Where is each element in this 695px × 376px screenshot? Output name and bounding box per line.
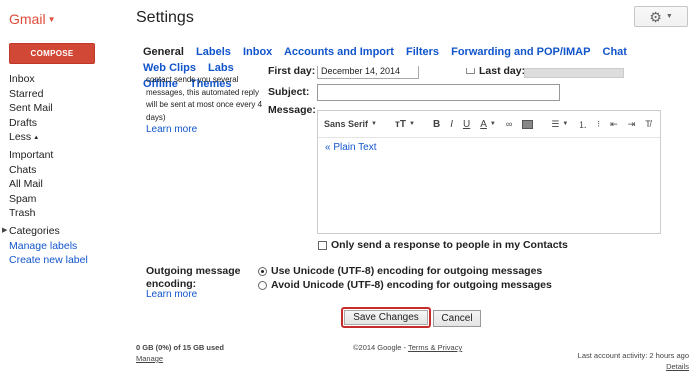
text-color-button[interactable]: A ▼ (480, 119, 496, 130)
only-contacts-option[interactable]: Only send a response to people in my Con… (318, 239, 568, 251)
chevron-down-icon: ▼ (562, 121, 569, 127)
subject-input[interactable] (317, 84, 560, 101)
triangle-right-icon: ▶ (2, 226, 8, 234)
outgoing-encoding-label: Outgoing message encoding: (146, 265, 241, 290)
sidebar-item-less[interactable]: Less ▲ (9, 130, 88, 145)
numbered-list-icon: ⒈ (578, 119, 588, 130)
sidebar-item-starred[interactable]: Starred (9, 87, 88, 102)
plain-text-link[interactable]: « Plain Text (325, 142, 660, 153)
manage-storage-link[interactable]: Manage (136, 354, 163, 363)
sidebar-item-categories[interactable]: ▶ Categories (2, 224, 88, 239)
tab-forwarding[interactable]: Forwarding and POP/IMAP (451, 46, 590, 58)
indent-more-icon: ⇥ (627, 118, 636, 129)
sidebar-item-sent[interactable]: Sent Mail (9, 101, 88, 116)
message-label: Message: (268, 104, 316, 116)
underline-icon: U (462, 118, 471, 130)
tab-chat[interactable]: Chat (603, 46, 627, 58)
sidebar-nav: Inbox Starred Sent Mail Drafts Less ▲ Imp… (2, 72, 88, 268)
tab-filters[interactable]: Filters (406, 46, 439, 58)
avoid-unicode-option[interactable]: Avoid Unicode (UTF-8) encoding for outgo… (258, 279, 552, 291)
first-day-label: First day: (268, 65, 316, 77)
indent-more-button[interactable]: ⇥ (628, 119, 636, 130)
align-icon: ☰ (551, 118, 560, 129)
chevron-down-icon: ▼ (489, 121, 496, 127)
chevron-down-icon: ▼ (371, 121, 377, 127)
page-title: Settings (136, 9, 194, 26)
gmail-logo[interactable]: Gmail ▼ (9, 11, 55, 27)
tab-inbox[interactable]: Inbox (243, 46, 272, 58)
tab-general[interactable]: General (143, 46, 184, 58)
vacation-learn-more-link[interactable]: Learn more (146, 124, 264, 137)
bulleted-list-icon: ⁝ (597, 118, 601, 129)
sidebar-item-all-mail[interactable]: All Mail (9, 177, 88, 192)
storage-usage: 0 GB (0%) of 15 GB used (136, 343, 224, 352)
save-changes-button[interactable]: Save Changes (341, 307, 431, 328)
tab-accounts[interactable]: Accounts and Import (284, 46, 394, 58)
last-day-label: Last day: (479, 65, 526, 77)
details-link[interactable]: Details (666, 362, 689, 371)
remove-formatting-icon: T̸ (645, 119, 651, 129)
indent-less-icon: ⇤ (610, 118, 618, 129)
tab-web-clips[interactable]: Web Clips (143, 62, 196, 74)
settings-button[interactable]: ⚙ ▼ (634, 6, 688, 27)
last-activity: Last account activity: 2 hours ago (577, 351, 689, 360)
chevron-down-icon: ▼ (665, 13, 673, 20)
sidebar-item-inbox[interactable]: Inbox (9, 72, 88, 87)
bold-button[interactable]: B (433, 119, 440, 130)
gear-icon: ⚙ (649, 8, 662, 25)
format-toolbar: Sans Serif ▼ ᴛT ▼ B I U A ▼ ∞ ☰ ▼ ⒈ ⁝ ⇤ ⇥ T̸ (318, 111, 660, 138)
create-label-link[interactable]: Create new label (9, 253, 88, 268)
sidebar-item-spam[interactable]: Spam (9, 192, 88, 207)
indent-less-button[interactable]: ⇤ (610, 119, 618, 130)
remove-format-button[interactable]: T̸ (645, 119, 651, 129)
cancel-button[interactable]: Cancel (433, 310, 481, 327)
sidebar-item-important[interactable]: Important (9, 148, 88, 163)
only-contacts-checkbox[interactable] (318, 240, 327, 250)
last-day-checkbox[interactable] (466, 68, 475, 74)
underline-button[interactable]: U (463, 119, 470, 130)
footer-copyright: ©2014 Google - Terms & Privacy (353, 343, 463, 352)
message-editor[interactable]: Sans Serif ▼ ᴛT ▼ B I U A ▼ ∞ ☰ ▼ ⒈ ⁝ ⇤ ⇥ T̸… (317, 110, 661, 234)
link-button[interactable]: ∞ (506, 119, 512, 129)
chevron-down-icon: ▼ (409, 121, 415, 127)
last-day-input[interactable] (524, 68, 624, 78)
italic-icon: I (450, 118, 453, 130)
align-button[interactable]: ☰ ▼ (551, 119, 568, 130)
text-color-icon: A (480, 118, 487, 130)
bulleted-list-button[interactable]: ⁝ (597, 119, 600, 130)
manage-labels-link[interactable]: Manage labels (9, 239, 88, 254)
avoid-unicode-radio[interactable] (258, 280, 267, 290)
numbered-list-button[interactable]: ⒈ (578, 118, 587, 131)
font-select[interactable]: Sans Serif ▼ (324, 119, 377, 129)
vacation-description: contact sends you several messages, this… (146, 75, 264, 137)
text-size-icon: ᴛT (394, 118, 406, 130)
tab-labels[interactable]: Labels (196, 46, 231, 58)
chevron-down-icon: ▼ (47, 15, 56, 24)
link-icon: ∞ (505, 119, 513, 129)
terms-link[interactable]: Terms & Privacy (408, 343, 462, 352)
sidebar-item-trash[interactable]: Trash (9, 206, 88, 221)
outgoing-learn-more-link[interactable]: Learn more (146, 289, 197, 300)
subject-label: Subject: (268, 86, 310, 98)
triangle-up-icon: ▲ (33, 135, 40, 142)
bold-icon: B (432, 118, 441, 130)
image-icon (522, 119, 534, 129)
compose-button[interactable]: COMPOSE (9, 43, 95, 64)
unicode-option[interactable]: Use Unicode (UTF-8) encoding for outgoin… (258, 265, 542, 277)
sidebar-item-chats[interactable]: Chats (9, 163, 88, 178)
sidebar-item-drafts[interactable]: Drafts (9, 116, 88, 131)
italic-button[interactable]: I (450, 119, 453, 130)
font-size-button[interactable]: ᴛT ▼ (395, 119, 415, 130)
image-button[interactable] (522, 119, 534, 129)
first-day-input[interactable]: December 14, 2014 (317, 66, 419, 79)
unicode-radio[interactable] (258, 266, 267, 276)
tab-labs[interactable]: Labs (208, 62, 234, 74)
